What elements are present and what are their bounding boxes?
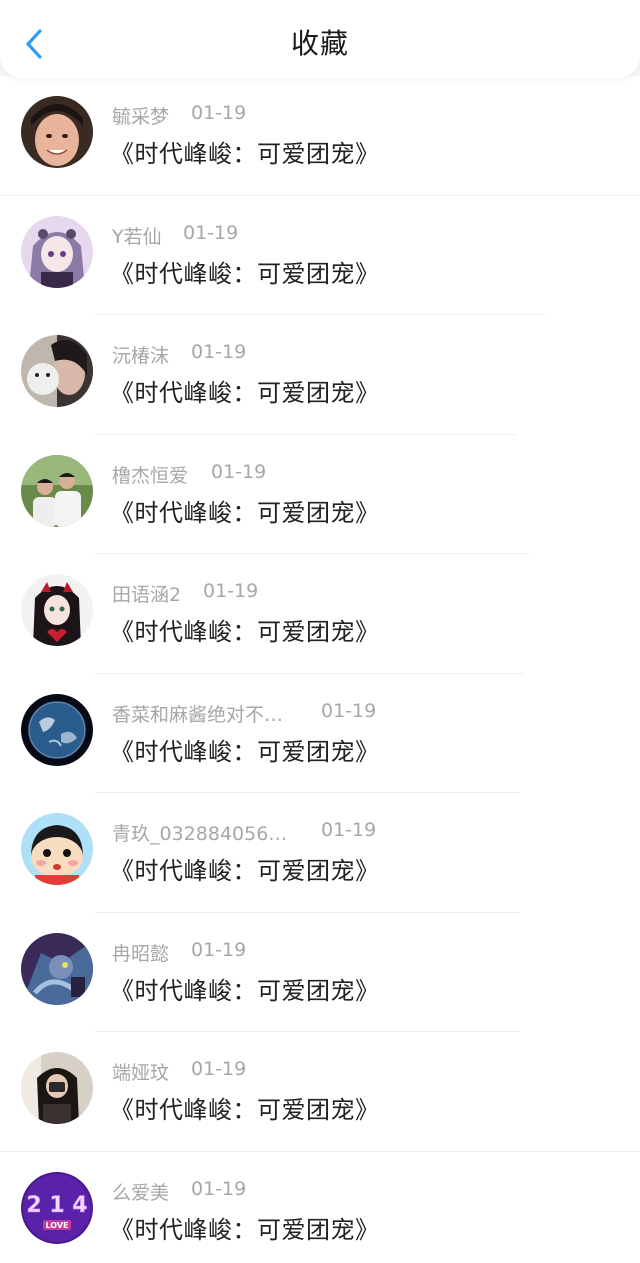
avatar[interactable] bbox=[21, 454, 93, 527]
favorites-page: 收藏 毓采梦 01-19 《时代峰峻：可爱团宠》 Y若仙 01-19 《时代峰峻：可爱团宠… bbox=[0, 0, 640, 1263]
item-meta: 青玖_032884056… 01-19 bbox=[112, 819, 376, 846]
item-meta: 橹杰恒爱 01-19 bbox=[112, 461, 266, 488]
user-name[interactable]: 么爱美 bbox=[112, 1178, 169, 1205]
avatar[interactable] bbox=[21, 335, 93, 407]
item-date: 01-19 bbox=[191, 102, 247, 124]
item-date: 01-19 bbox=[191, 1058, 247, 1080]
favorites-list: 毓采梦 01-19 《时代峰峻：可爱团宠》 Y若仙 01-19 《时代峰峻：可爱团宠》 沅椿… bbox=[0, 76, 640, 1263]
user-name[interactable]: 冉昭懿 bbox=[112, 939, 169, 966]
item-date: 01-19 bbox=[211, 460, 267, 483]
work-title[interactable]: 《时代峰峻：可爱团宠》 bbox=[110, 134, 380, 169]
favorite-item[interactable]: 端娅玟 01-19 《时代峰峻：可爱团宠》 bbox=[0, 1032, 640, 1152]
item-meta: 么爱美 01-19 bbox=[112, 1178, 246, 1205]
user-name[interactable]: 田语涵2 bbox=[112, 580, 181, 607]
work-title[interactable]: 《时代峰峻：可爱团宠》 bbox=[110, 732, 380, 767]
favorite-item[interactable]: 2 1 4 LOVE 么爱美 01-19 《时代峰峻：可爱团宠》 bbox=[0, 1152, 640, 1263]
item-meta: 冉昭懿 01-19 bbox=[112, 939, 246, 966]
work-title[interactable]: 《时代峰峻：可爱团宠》 bbox=[110, 971, 380, 1006]
item-meta: 毓采梦 01-19 bbox=[112, 102, 246, 129]
item-date: 01-19 bbox=[321, 699, 377, 722]
user-name[interactable]: Y若仙 bbox=[112, 222, 162, 249]
avatar[interactable] bbox=[21, 96, 93, 168]
item-date: 01-19 bbox=[183, 221, 239, 244]
favorite-item[interactable]: 沅椿沫 01-19 《时代峰峻：可爱团宠》 bbox=[0, 315, 640, 435]
favorite-item[interactable]: 橹杰恒爱 01-19 《时代峰峻：可爱团宠》 bbox=[0, 435, 640, 554]
favorite-item[interactable]: Y若仙 01-19 《时代峰峻：可爱团宠》 bbox=[0, 196, 640, 315]
item-meta: 田语涵2 01-19 bbox=[112, 580, 258, 607]
item-meta: 端娅玟 01-19 bbox=[112, 1058, 246, 1085]
favorite-item[interactable]: 香菜和麻酱绝对不… 01-19 《时代峰峻：可爱团宠》 bbox=[0, 674, 640, 793]
avatar[interactable] bbox=[21, 215, 93, 288]
svg-text:LOVE: LOVE bbox=[45, 1221, 68, 1230]
favorite-item[interactable]: 田语涵2 01-19 《时代峰峻：可爱团宠》 bbox=[0, 554, 640, 674]
avatar[interactable] bbox=[21, 1052, 93, 1124]
item-meta: Y若仙 01-19 bbox=[112, 222, 238, 249]
avatar[interactable] bbox=[21, 693, 93, 766]
favorite-item[interactable]: 青玖_032884056… 01-19 《时代峰峻：可爱团宠》 bbox=[0, 793, 640, 913]
user-name[interactable]: 青玖_032884056… bbox=[112, 819, 287, 846]
work-title[interactable]: 《时代峰峻：可爱团宠》 bbox=[110, 1090, 380, 1125]
svg-text:2 1 4: 2 1 4 bbox=[26, 1193, 87, 1218]
work-title[interactable]: 《时代峰峻：可爱团宠》 bbox=[110, 254, 380, 289]
item-meta: 香菜和麻酱绝对不… 01-19 bbox=[112, 700, 376, 727]
work-title[interactable]: 《时代峰峻：可爱团宠》 bbox=[110, 851, 380, 886]
item-date: 01-19 bbox=[191, 1177, 247, 1200]
item-date: 01-19 bbox=[321, 819, 377, 841]
item-date: 01-19 bbox=[191, 938, 247, 961]
avatar[interactable]: 2 1 4 LOVE bbox=[21, 1171, 93, 1244]
avatar[interactable] bbox=[21, 813, 93, 885]
work-title[interactable]: 《时代峰峻：可爱团宠》 bbox=[110, 373, 380, 408]
user-name[interactable]: 毓采梦 bbox=[112, 102, 169, 129]
user-name[interactable]: 橹杰恒爱 bbox=[112, 461, 188, 488]
favorite-item[interactable]: 冉昭懿 01-19 《时代峰峻：可爱团宠》 bbox=[0, 913, 640, 1032]
user-name[interactable]: 沅椿沫 bbox=[112, 341, 169, 368]
work-title[interactable]: 《时代峰峻：可爱团宠》 bbox=[110, 612, 380, 647]
avatar[interactable] bbox=[21, 574, 93, 646]
work-title[interactable]: 《时代峰峻：可爱团宠》 bbox=[110, 493, 380, 528]
item-date: 01-19 bbox=[191, 341, 247, 363]
avatar[interactable] bbox=[21, 932, 93, 1005]
favorite-item[interactable]: 毓采梦 01-19 《时代峰峻：可爱团宠》 bbox=[0, 76, 640, 196]
user-name[interactable]: 香菜和麻酱绝对不… bbox=[112, 700, 283, 727]
page-title: 收藏 bbox=[290, 27, 349, 60]
work-title[interactable]: 《时代峰峻：可爱团宠》 bbox=[110, 1210, 380, 1245]
item-meta: 沅椿沫 01-19 bbox=[112, 341, 246, 368]
user-name[interactable]: 端娅玟 bbox=[112, 1058, 169, 1085]
header: 收藏 bbox=[0, 0, 640, 78]
item-date: 01-19 bbox=[203, 580, 259, 602]
